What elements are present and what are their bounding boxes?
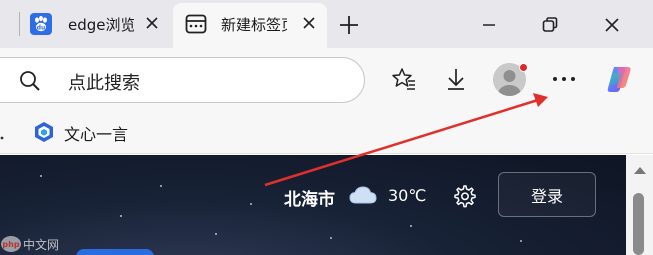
new-tab-plus-icon[interactable] bbox=[334, 10, 364, 40]
tab-baidu-title: edge浏览器 bbox=[68, 16, 134, 34]
address-bar[interactable]: 点此搜索 bbox=[0, 57, 365, 103]
background-star bbox=[40, 175, 42, 177]
search-box-top-edge bbox=[76, 249, 154, 255]
background-star bbox=[250, 203, 252, 205]
minimize-icon[interactable] bbox=[474, 10, 504, 40]
tab-baidu[interactable]: du edge浏览器 bbox=[20, 3, 170, 48]
search-input[interactable]: 点此搜索 bbox=[68, 69, 140, 95]
scroll-up-arrow-icon[interactable] bbox=[634, 167, 646, 174]
tab-close-icon[interactable] bbox=[297, 11, 321, 35]
cloud-icon[interactable] bbox=[348, 185, 378, 205]
background-star bbox=[330, 237, 332, 239]
background-star bbox=[160, 185, 162, 187]
weather-temperature[interactable]: 30℃ bbox=[388, 186, 426, 205]
more-options-icon[interactable] bbox=[547, 62, 581, 96]
php-cn-watermark: php 中文网 bbox=[0, 233, 60, 255]
new-tab-icon bbox=[185, 13, 207, 35]
download-icon[interactable] bbox=[439, 62, 473, 96]
background-star bbox=[410, 225, 412, 227]
svg-text:du: du bbox=[37, 25, 46, 32]
close-window-icon[interactable] bbox=[597, 10, 627, 40]
wenxin-icon bbox=[33, 121, 55, 143]
login-button[interactable]: 登录 bbox=[498, 172, 596, 217]
tab-close-icon[interactable] bbox=[140, 11, 164, 35]
svg-text:中文网: 中文网 bbox=[23, 237, 59, 252]
vertical-scrollbar[interactable] bbox=[626, 155, 653, 255]
svg-text:php: php bbox=[2, 240, 19, 249]
background-star bbox=[120, 215, 122, 217]
new-tab-page: 北海市 30℃ 登录 bbox=[0, 155, 626, 255]
copilot-icon[interactable] bbox=[603, 62, 637, 96]
favorites-overflow-icon[interactable] bbox=[0, 124, 4, 144]
weather-city[interactable]: 北海市 bbox=[284, 185, 335, 210]
tab-new-tab-title: 新建标签页 bbox=[221, 16, 287, 34]
tab-partial-left[interactable] bbox=[0, 3, 12, 48]
tab-new-tab[interactable]: 新建标签页 bbox=[173, 3, 327, 48]
restore-icon[interactable] bbox=[535, 10, 565, 40]
background-star bbox=[215, 233, 217, 235]
tab-strip: du edge浏览器 新建标签页 bbox=[0, 0, 653, 48]
background-star bbox=[520, 240, 522, 242]
toolbar: 点此搜索 bbox=[0, 48, 653, 110]
favorites-star-icon[interactable] bbox=[387, 62, 421, 96]
favorites-bar: 文心一言 bbox=[0, 110, 653, 154]
search-icon bbox=[19, 70, 41, 92]
baidu-paw-icon: du bbox=[30, 13, 52, 35]
favorite-item-wenxin[interactable]: 文心一言 bbox=[64, 121, 128, 145]
notification-dot bbox=[519, 63, 528, 72]
settings-gear-icon[interactable] bbox=[451, 183, 477, 209]
scroll-thumb[interactable] bbox=[633, 193, 644, 255]
